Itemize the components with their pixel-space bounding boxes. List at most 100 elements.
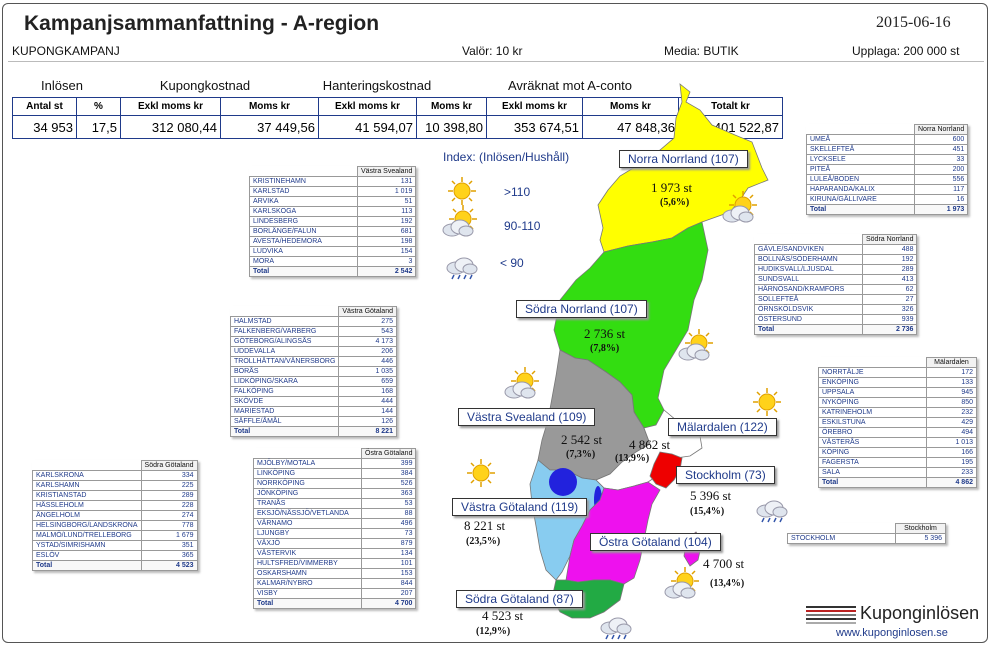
logo-icon [806, 606, 856, 624]
area-name: LINKÖPING [253, 468, 362, 479]
sun-cloud-icon [442, 204, 478, 237]
area-name: HUDIKSVALL/LJUSDAL [754, 264, 863, 275]
table-row: VÄSTERÅS 1 013 [818, 437, 977, 448]
rain-icon [598, 606, 634, 642]
area-value: 51 [356, 196, 417, 207]
area-value: 200 [913, 164, 969, 175]
st-ostra-gotaland: 4 700 st [703, 556, 745, 571]
label-ostra-gotaland[interactable]: Östra Götaland (104) [590, 533, 721, 551]
area-value: 600 [913, 134, 969, 145]
area-value: 166 [926, 447, 977, 458]
st-vastra-svealand: 2 542 st [561, 432, 603, 447]
area-name: ÖREBRO [818, 427, 927, 438]
sun-cloud-icon [504, 366, 540, 399]
area-value: 363 [360, 488, 417, 499]
label-malardalen[interactable]: Mälardalen (122) [668, 418, 777, 436]
area-name: LJUNGBY [253, 528, 362, 539]
area-value: 233 [926, 467, 977, 478]
area-value: 62 [861, 284, 918, 295]
table-sodra-norrland: Södra Norrland GÄVLE/SANDVIKEN 488 BOLLNÄS/… [754, 234, 918, 335]
table-row: LYCKSELE 33 [806, 154, 969, 165]
summary-value: 37 449,56 [220, 115, 319, 139]
table-row: KARLSKOGA 113 [249, 206, 417, 217]
area-value: 399 [360, 458, 417, 469]
sun-icon [752, 387, 782, 417]
area-value: 850 [926, 397, 977, 408]
table-row: EKSJÖ/NÄSSJÖ/VETLANDA 88 [253, 508, 417, 519]
table-row: FALKÖPING 168 [229, 386, 397, 397]
area-name: STOCKHOLM [787, 533, 896, 544]
st-malardalen: 4 862 st [629, 437, 671, 452]
table-row: HÄSSLEHOLM 228 [32, 500, 198, 511]
table-row: KIRUNA/GÄLLIVARE 16 [806, 194, 969, 205]
st-sodra-gotaland: 4 523 st [482, 608, 524, 623]
st-sodra-norrland: 2 736 st [584, 326, 626, 341]
table-row: KÖPING 166 [818, 447, 977, 458]
table-row: MORA 3 [249, 256, 417, 267]
label-sodra-gotaland[interactable]: Södra Götaland (87) [456, 590, 583, 608]
area-value: 153 [360, 568, 417, 579]
table-row: ÄNGELHOLM 274 [32, 510, 198, 521]
area-value: 3 [356, 256, 417, 267]
area-name: SUNDSVALL [754, 274, 863, 285]
area-value: 446 [338, 356, 397, 367]
sun-cloud-icon [722, 190, 758, 223]
area-value: 494 [926, 427, 977, 438]
area-name: KRISTIANSTAD [32, 490, 142, 501]
total-label: Total [249, 266, 358, 277]
area-value: 488 [861, 244, 918, 255]
logo-url[interactable]: www.kuponginlosen.se [836, 627, 948, 639]
label-stockholm[interactable]: Stockholm (73) [676, 466, 775, 484]
area-value: 384 [360, 468, 417, 479]
table-row: AVESTA/HEDEMORA 198 [249, 236, 417, 247]
table-row: SKELLEFTEÅ 451 [806, 144, 969, 155]
table-row: VISBY 207 [253, 588, 417, 599]
table-header-spacer [754, 234, 863, 245]
area-value: 133 [926, 377, 977, 388]
area-value: 73 [360, 528, 417, 539]
col-header: Exkl moms kr [318, 97, 417, 116]
label-norra-norrland[interactable]: Norra Norrland (107) [619, 150, 748, 168]
area-value: 117 [913, 184, 969, 195]
st-norra-norrland: 1 973 st [651, 180, 693, 195]
area-value: 1 013 [926, 437, 977, 448]
table-stockholm: Stockholm STOCKHOLM 5 396 [787, 523, 946, 544]
table-row: KALMAR/NYBRO 844 [253, 578, 417, 589]
col-header: Exkl moms kr [120, 97, 221, 116]
lake-vanern [549, 468, 577, 496]
table-malardalen: Mälardalen NORRTÄLJE 172 ENKÖPING 133 UPPSALA… [818, 357, 977, 488]
area-value: 429 [926, 417, 977, 428]
table-row: SUNDSVALL 413 [754, 274, 918, 285]
table-row: FALKENBERG/VARBERG 543 [229, 326, 397, 337]
label-vastra-svealand[interactable]: Västra Svealand (109) [458, 408, 596, 426]
label-sodra-norrland[interactable]: Södra Norrland (107) [516, 300, 647, 318]
area-name: BORÅS [229, 366, 340, 377]
table-title: Mälardalen [926, 357, 977, 368]
table-norra-norrland: Norra Norrland UMEÅ 600 SKELLEFTEÅ 451 LYCKSE… [806, 124, 969, 215]
table-row: LULEÅ/BODEN 556 [806, 174, 969, 185]
table-header-spacer [32, 460, 142, 471]
area-name: HAPARANDA/KALIX [806, 184, 915, 195]
area-value: 27 [861, 294, 918, 305]
area-value: 206 [338, 346, 397, 357]
area-value: 844 [360, 578, 417, 589]
label-vastra-gotaland[interactable]: Västra Götaland (119) [452, 498, 588, 516]
table-row: TROLLHÄTTAN/VÄNERSBORG 446 [229, 356, 397, 367]
area-name: GÄVLE/SANDVIKEN [754, 244, 863, 255]
total-value: 2 736 [861, 324, 918, 335]
area-value: 556 [913, 174, 969, 185]
area-value: 289 [140, 490, 198, 501]
area-value: 53 [360, 498, 417, 509]
page-title: Kampanjsammanfattning - A-region [24, 12, 380, 35]
table-row: OSKARSHAMN 153 [253, 568, 417, 579]
area-value: 131 [356, 176, 417, 187]
table-row: HAPARANDA/KALIX 117 [806, 184, 969, 195]
area-name: SÄFFLE/ÅMÅL [229, 416, 340, 427]
table-row: HELSINGBORG/LANDSKRONA 778 [32, 520, 198, 531]
area-name: VÄXJÖ [253, 538, 362, 549]
header-divider [8, 61, 984, 62]
report-date: 2015-06-16 [876, 14, 951, 31]
col-header: Moms kr [220, 97, 319, 116]
area-name: OSKARSHAMN [253, 568, 362, 579]
table-row: FAGERSTA 195 [818, 457, 977, 468]
